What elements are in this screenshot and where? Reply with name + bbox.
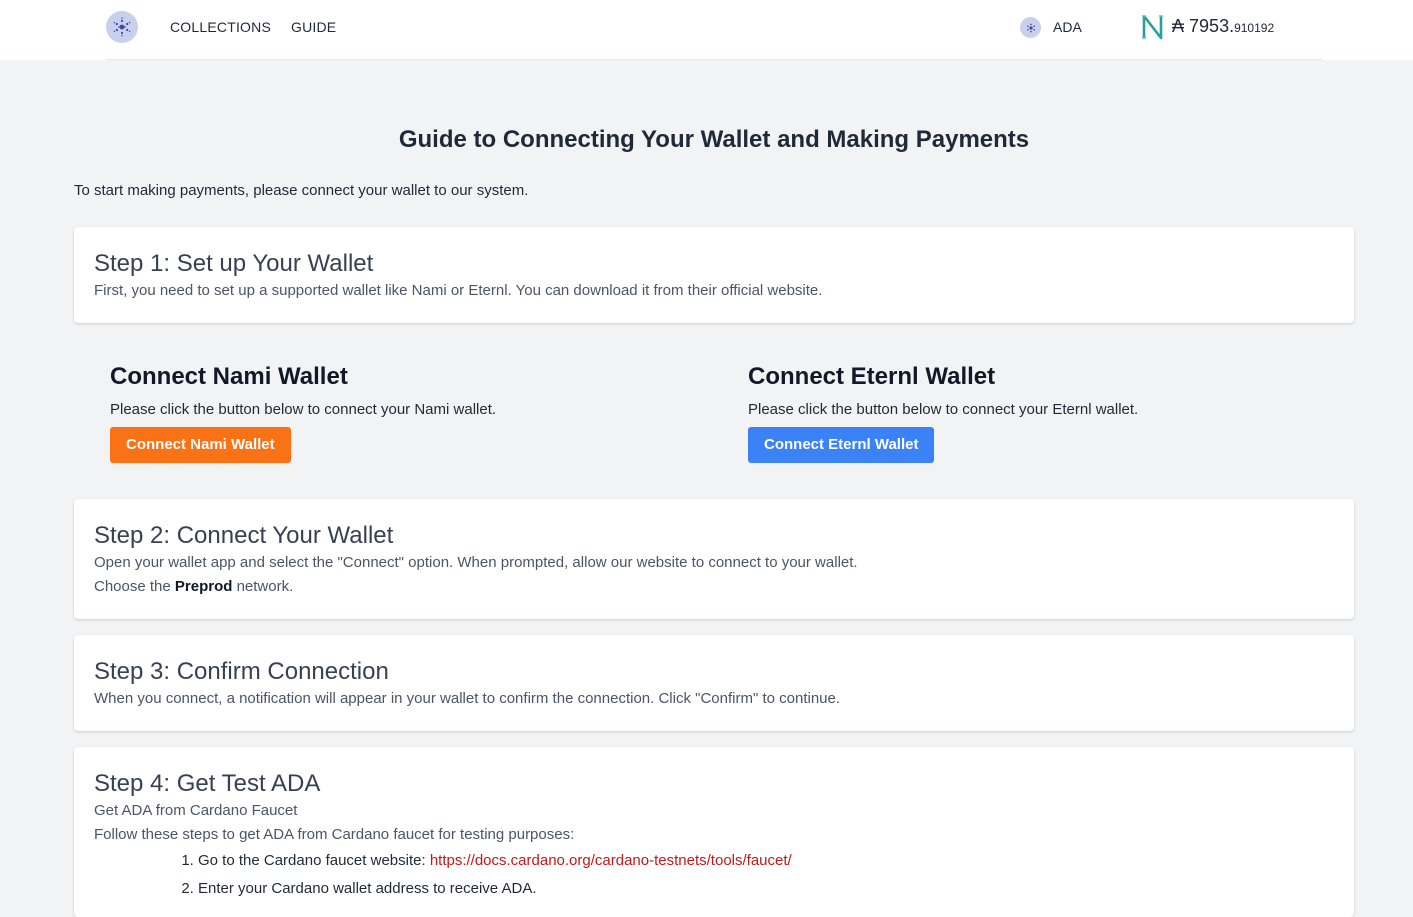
connect-eternl-button[interactable]: Connect Eternl Wallet xyxy=(748,427,935,463)
page-title: Guide to Connecting Your Wallet and Maki… xyxy=(398,126,1030,153)
step1-title: Step 1: Set up Your Wallet xyxy=(94,250,374,277)
network-prefix: Choose the xyxy=(94,578,175,595)
eternl-connect-text: Please click the button below to connect… xyxy=(748,401,1139,418)
ada-symbol: ₳ xyxy=(1172,16,1185,36)
currency-label[interactable]: ADA xyxy=(1053,19,1082,35)
network-name: Preprod xyxy=(174,578,233,595)
cardano-logo-icon[interactable] xyxy=(106,11,138,43)
faucet-steps-list: Go to the Cardano faucet website: https:… xyxy=(94,847,1334,903)
navbar-divider xyxy=(106,59,1322,60)
nami-connect-title: Connect Nami Wallet xyxy=(110,363,348,390)
step3-text: When you connect, a notification will ap… xyxy=(94,690,841,707)
step2-card: Step 2: Connect Your Wallet Open your wa… xyxy=(74,499,1354,619)
step3-title: Step 3: Confirm Connection xyxy=(94,658,389,685)
step3-card: Step 3: Confirm Connection When you conn… xyxy=(74,635,1354,731)
list-item: Enter your Cardano wallet address to rec… xyxy=(198,875,1334,903)
faucet-link[interactable]: https://docs.cardano.org/cardano-testnet… xyxy=(430,852,792,869)
balance-fraction: 910192 xyxy=(1234,21,1275,35)
nav-collections-link[interactable]: COLLECTIONS xyxy=(170,19,271,35)
eternl-connect-title: Connect Eternl Wallet xyxy=(748,363,996,390)
step4-title: Step 4: Get Test ADA xyxy=(94,770,321,797)
nami-connect-section: Connect Nami Wallet Please click the but… xyxy=(110,362,670,463)
step2-title: Step 2: Connect Your Wallet xyxy=(94,522,394,549)
faucet-step-text: Go to the Cardano faucet website: xyxy=(198,852,430,869)
faucet-step-text: Enter your Cardano wallet address to rec… xyxy=(198,880,537,897)
ada-currency-icon xyxy=(1020,17,1041,38)
step2-text: Open your wallet app and select the "Con… xyxy=(94,554,858,571)
step1-text: First, you need to set up a supported wa… xyxy=(94,282,823,299)
nav-guide-link[interactable]: GUIDE xyxy=(291,19,336,35)
step1-card: Step 1: Set up Your Wallet First, you ne… xyxy=(74,227,1354,323)
nami-wallet-icon[interactable] xyxy=(1140,13,1166,41)
step4-card: Step 4: Get Test ADA Get ADA from Cardan… xyxy=(74,747,1354,917)
connect-nami-button[interactable]: Connect Nami Wallet xyxy=(110,427,291,463)
intro-text: To start making payments, please connect… xyxy=(74,182,529,199)
wallet-balance: ₳ 7953.910192 xyxy=(1172,16,1274,37)
balance-integer: 7953. xyxy=(1189,16,1235,36)
eternl-connect-section: Connect Eternl Wallet Please click the b… xyxy=(748,362,1308,463)
step2-network-text: Choose the Preprod network. xyxy=(94,575,1334,599)
list-item: Go to the Cardano faucet website: https:… xyxy=(198,847,1334,875)
top-navbar: COLLECTIONS GUIDE ADA ₳ 7953.910192 xyxy=(0,0,1413,60)
step4-text: Follow these steps to get ADA from Carda… xyxy=(94,826,575,843)
step4-subtitle: Get ADA from Cardano Faucet xyxy=(94,802,298,819)
network-suffix: network. xyxy=(232,578,294,595)
nami-connect-text: Please click the button below to connect… xyxy=(110,401,497,418)
